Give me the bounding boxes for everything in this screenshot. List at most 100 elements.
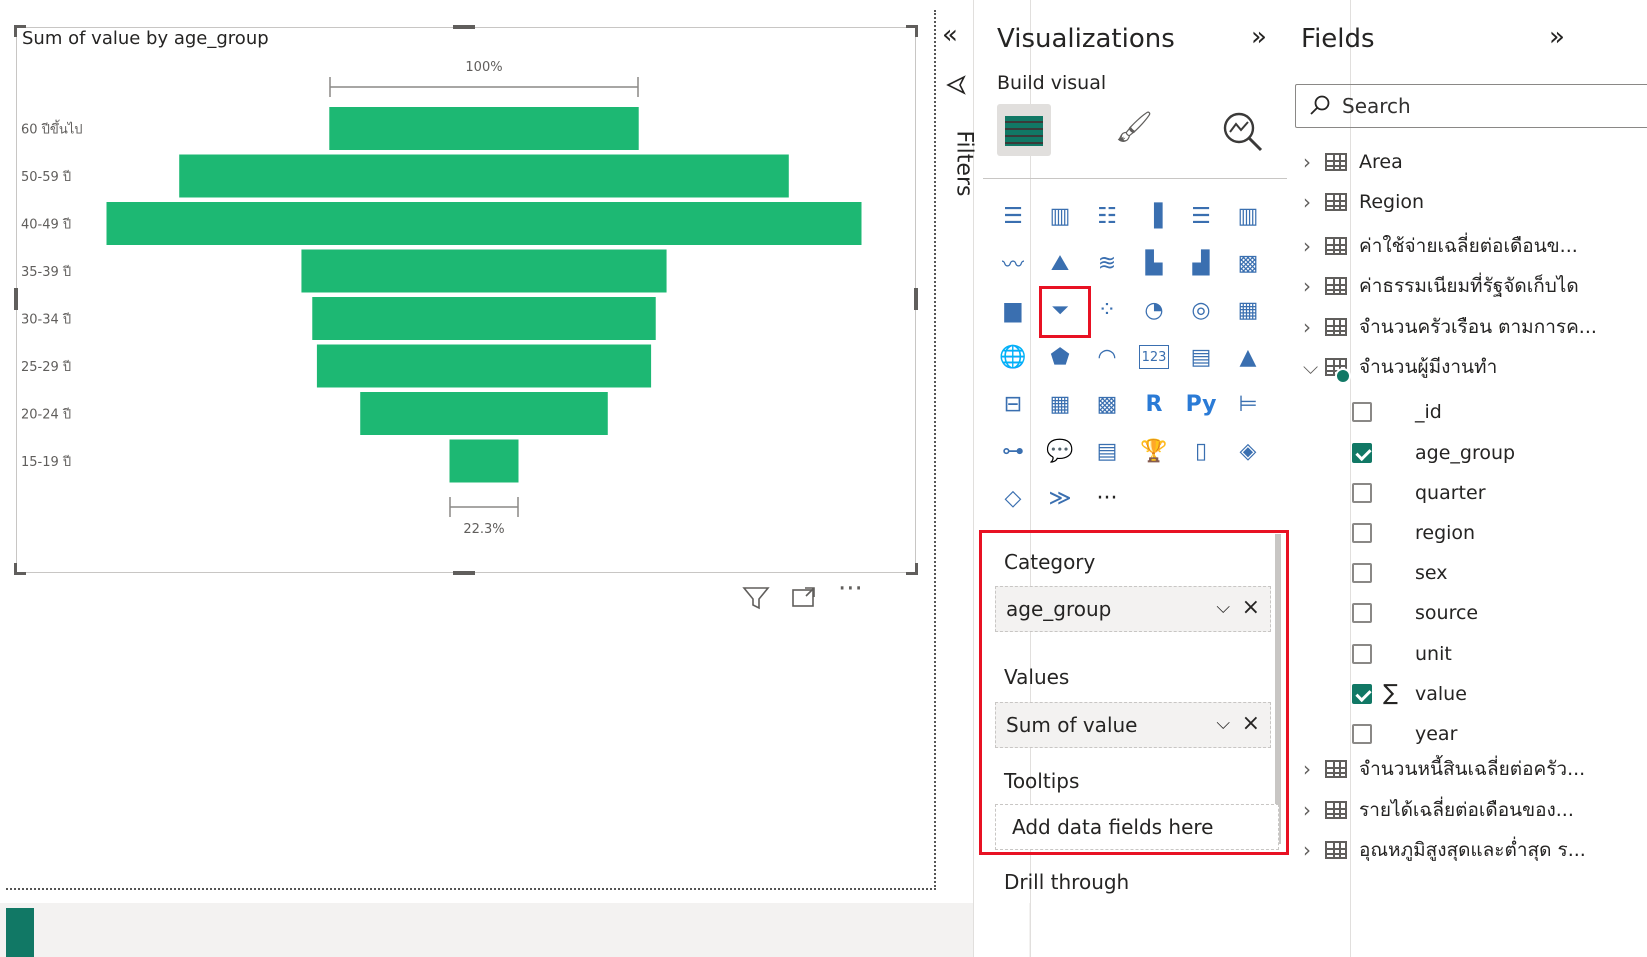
treemap-icon[interactable]: ▦: [1228, 290, 1268, 330]
values-field-pill[interactable]: Sum of value: [1006, 713, 1137, 737]
chevron-right-icon[interactable]: ›: [1303, 234, 1325, 258]
field-agegroup[interactable]: age_group: [1415, 433, 1515, 473]
focus-mode-icon[interactable]: [790, 585, 818, 617]
field-checkbox[interactable]: [1352, 683, 1372, 704]
100-bar-icon[interactable]: ☰: [1181, 196, 1221, 236]
stacked-bar-icon[interactable]: ☰: [993, 196, 1033, 236]
stacked-area-icon[interactable]: ≋: [1087, 243, 1127, 283]
slicer-icon[interactable]: ⊟: [993, 384, 1033, 424]
python-visual-icon[interactable]: Py: [1181, 384, 1221, 424]
values-well[interactable]: Sum of value ⌵ ×: [995, 702, 1271, 748]
field-quarter[interactable]: quarter: [1415, 473, 1486, 513]
clustered-column-icon[interactable]: ▐: [1134, 196, 1174, 236]
multirow-card-icon[interactable]: ▤: [1181, 337, 1221, 377]
paginated-report-icon[interactable]: ▯: [1181, 431, 1221, 471]
chevron-right-icon[interactable]: ›: [1303, 757, 1325, 781]
chevron-right-icon[interactable]: ›: [1303, 798, 1325, 822]
funnel-bar[interactable]: [312, 297, 656, 340]
key-influencers-icon[interactable]: ⊨: [1228, 384, 1268, 424]
pie-chart-icon[interactable]: ◔: [1134, 290, 1174, 330]
funnel-bar[interactable]: [179, 154, 789, 198]
map-icon[interactable]: 🌐: [993, 337, 1033, 377]
narrative-icon[interactable]: ▤: [1087, 431, 1127, 471]
donut-chart-icon[interactable]: ◎: [1181, 290, 1221, 330]
funnel-bar[interactable]: [316, 344, 652, 388]
resize-handle[interactable]: [906, 25, 918, 37]
waterfall-icon[interactable]: ▆: [993, 290, 1033, 330]
page-tab-active[interactable]: [6, 908, 34, 957]
field-checkbox[interactable]: [1352, 523, 1372, 543]
field-region[interactable]: region: [1415, 513, 1475, 553]
table-row[interactable]: › อุณหภูมิสูงสุดและต่ำสุด ร...: [1303, 835, 1586, 865]
more-visuals-icon[interactable]: ≫: [1040, 478, 1080, 518]
stacked-column-icon[interactable]: ▥: [1040, 196, 1080, 236]
format-visual-tab[interactable]: 🖌: [1115, 110, 1153, 145]
category-well[interactable]: age_group ⌵ ×: [995, 586, 1271, 632]
chevron-down-icon[interactable]: ⌵: [1216, 713, 1230, 734]
table-row[interactable]: › รายได้เฉลี่ยต่อเดือนของ...: [1303, 795, 1574, 825]
ellipsis-icon[interactable]: ···: [1087, 478, 1127, 518]
line-clustered-icon[interactable]: ▟: [1181, 243, 1221, 283]
card-icon[interactable]: 123: [1139, 345, 1169, 369]
category-field-pill[interactable]: age_group: [1006, 597, 1111, 621]
field-value[interactable]: value: [1415, 674, 1467, 714]
funnel-bar[interactable]: [449, 439, 519, 483]
funnel-bar[interactable]: [329, 107, 639, 150]
filters-label[interactable]: Filters: [952, 131, 977, 197]
table-icon[interactable]: ▦: [1040, 384, 1080, 424]
filled-map-icon[interactable]: ⬟: [1040, 337, 1080, 377]
line-column-icon[interactable]: ▙: [1134, 243, 1174, 283]
power-apps-icon[interactable]: ◈: [1228, 431, 1268, 471]
chevron-down-icon[interactable]: ⌵: [1303, 355, 1325, 379]
field-year[interactable]: year: [1415, 714, 1457, 754]
table-row[interactable]: ⌵ จำนวนผู้มีงานทำ: [1303, 352, 1497, 384]
chevron-right-icon[interactable]: ›: [1303, 315, 1325, 339]
resize-handle[interactable]: [453, 25, 475, 29]
r-visual-icon[interactable]: R: [1134, 384, 1174, 424]
tooltips-drop-zone[interactable]: Add data fields here: [995, 804, 1279, 850]
field-checkbox[interactable]: [1352, 402, 1372, 423]
table-row[interactable]: › ค่าธรรมเนียมที่รัฐจัดเก็บได: [1303, 271, 1579, 301]
power-automate-icon[interactable]: ◇: [993, 478, 1033, 518]
matrix-icon[interactable]: ▩: [1087, 384, 1127, 424]
analytics-tab[interactable]: [1221, 110, 1265, 158]
wells-scrollbar[interactable]: [1275, 534, 1281, 844]
field-sex[interactable]: sex: [1415, 553, 1448, 593]
ribbon-chart-icon[interactable]: ▩: [1228, 243, 1268, 283]
field-checkbox[interactable]: [1352, 442, 1372, 463]
more-options-icon[interactable]: ···: [838, 574, 863, 604]
decomposition-tree-icon[interactable]: ⊶: [993, 431, 1033, 471]
field-source[interactable]: source: [1415, 593, 1478, 633]
chevron-right-icon[interactable]: ›: [1303, 838, 1325, 862]
field-id[interactable]: _id: [1415, 392, 1442, 432]
scatter-icon[interactable]: ⁘: [1087, 290, 1127, 330]
remove-field-icon[interactable]: ×: [1242, 595, 1260, 620]
search-input[interactable]: Search: [1295, 84, 1647, 128]
field-checkbox[interactable]: [1352, 603, 1372, 624]
chevron-right-icon[interactable]: ›: [1303, 274, 1325, 298]
collapse-fields-icon[interactable]: »: [1549, 22, 1565, 52]
chevron-down-icon[interactable]: ⌵: [1216, 597, 1230, 618]
chevron-right-icon[interactable]: ›: [1303, 150, 1325, 174]
double-chevron-left-icon[interactable]: «: [942, 20, 958, 50]
table-row[interactable]: › Area: [1303, 150, 1403, 174]
line-chart-icon[interactable]: 〰: [993, 243, 1033, 283]
qa-icon[interactable]: 💬: [1040, 431, 1080, 471]
table-row[interactable]: › จำนวนหนี้สินเฉลี่ยต่อครัว...: [1303, 754, 1585, 784]
table-row[interactable]: › จำนวนครัวเรือน ตามการค...: [1303, 312, 1597, 342]
clustered-bar-icon[interactable]: ☷: [1087, 196, 1127, 236]
table-row[interactable]: › Region: [1303, 190, 1424, 214]
field-checkbox[interactable]: [1352, 724, 1372, 744]
double-chevron-right-icon[interactable]: »: [1251, 22, 1267, 52]
field-unit[interactable]: unit: [1415, 634, 1452, 674]
filter-icon[interactable]: [742, 585, 770, 617]
field-checkbox[interactable]: [1352, 482, 1372, 503]
funnel-bar[interactable]: [360, 392, 608, 435]
funnel-bar[interactable]: [301, 249, 667, 293]
kpi-icon[interactable]: ▲: [1228, 337, 1268, 377]
100-column-icon[interactable]: ▥: [1228, 196, 1268, 236]
area-chart-icon[interactable]: ⛰: [1040, 243, 1080, 283]
gauge-icon[interactable]: ◠: [1087, 337, 1127, 377]
field-checkbox[interactable]: [1352, 563, 1372, 584]
table-row[interactable]: › ค่าใช้จ่ายเฉลี่ยต่อเดือนข...: [1303, 231, 1578, 261]
